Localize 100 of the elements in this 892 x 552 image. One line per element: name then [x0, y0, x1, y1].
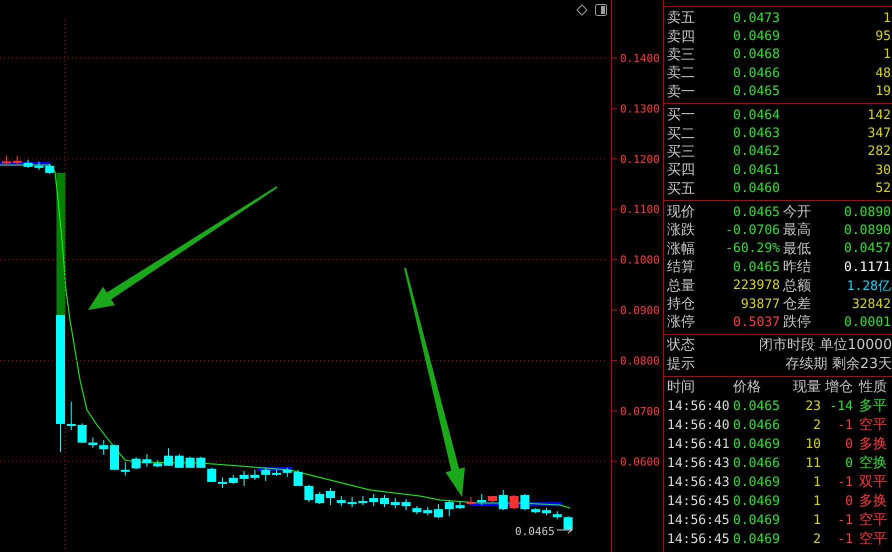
candle — [164, 448, 173, 466]
candle — [207, 467, 216, 482]
trade-volume: 1 — [812, 474, 821, 490]
order-label: 卖二 — [667, 64, 696, 82]
candle — [552, 510, 562, 520]
candle — [402, 498, 411, 511]
column-header: 时间 — [667, 378, 696, 396]
candle — [120, 462, 130, 476]
candle — [477, 494, 486, 506]
candle — [196, 456, 206, 468]
price-label: 0.0465 — [515, 525, 555, 538]
trade-volume: 1 — [812, 494, 821, 509]
quote-label: 结算 — [667, 258, 696, 276]
panel-toggle-icon[interactable] — [595, 4, 607, 16]
order-volume: 48 — [874, 66, 892, 81]
candle — [2, 155, 11, 166]
candle — [531, 508, 540, 514]
trade-price: 0.0469 — [733, 512, 781, 528]
quote-value: 0.0465 — [732, 204, 781, 220]
trade-time: 14:56:45 — [667, 494, 731, 509]
order-label: 卖五 — [667, 9, 696, 28]
quote-label: 总量 — [667, 276, 696, 295]
trade-price: 0.0469 — [733, 474, 781, 490]
candle — [34, 161, 44, 170]
quote-value: 0.0890 — [843, 204, 892, 220]
column-header: 现量 — [792, 378, 821, 396]
open-interest-change: -1 — [836, 474, 853, 490]
trade-time: 14:56:45 — [667, 512, 731, 528]
quote-label: 最高 — [782, 221, 812, 240]
axis-label: 0.1000 — [620, 254, 660, 267]
diamond-icon[interactable] — [576, 4, 588, 16]
trade-nature: 多平 — [858, 397, 888, 416]
status-label: 提示 — [667, 355, 696, 374]
trade-price: 0.0469 — [733, 532, 781, 547]
candle — [358, 496, 368, 506]
order-price: 0.0461 — [733, 162, 781, 178]
candle — [153, 460, 162, 468]
order-price: 0.0465 — [733, 84, 781, 100]
arrow-icon — [556, 526, 573, 534]
trade-nature: 空平 — [858, 416, 888, 434]
order-volume: 95 — [874, 29, 892, 44]
trade-volume: 1 — [812, 512, 821, 528]
candle — [261, 467, 270, 482]
candle — [142, 454, 152, 468]
trade-nature: 多换 — [858, 435, 888, 454]
order-label: 买三 — [667, 142, 696, 161]
candle — [369, 494, 378, 507]
axis-label: 0.1200 — [620, 152, 660, 166]
candle — [564, 516, 573, 531]
candle — [510, 494, 519, 510]
candle — [110, 444, 119, 470]
candle — [174, 454, 184, 468]
axis-label: 0.1400 — [620, 52, 660, 65]
quote-label: 仓差 — [782, 295, 812, 314]
order-volume: 1 — [882, 10, 892, 26]
axis-label: 0.0900 — [620, 304, 660, 318]
quote-value: -0.0706 — [724, 222, 781, 238]
order-volume: 282 — [866, 144, 892, 160]
quote-label: 昨结 — [782, 258, 812, 276]
candle — [444, 500, 454, 517]
candle — [390, 498, 400, 509]
trade-volume: 23 — [804, 398, 821, 414]
candle — [434, 504, 443, 519]
order-label: 卖一 — [667, 82, 696, 101]
quote-label: 涨停 — [667, 313, 696, 332]
order-volume: 19 — [874, 84, 892, 100]
candle — [423, 506, 432, 516]
column-header: 性质 — [858, 378, 888, 396]
candle — [412, 506, 422, 515]
quote-value: 223978 — [732, 278, 781, 294]
order-volume: 1 — [882, 47, 892, 62]
candle — [380, 494, 389, 508]
candle — [542, 508, 551, 516]
order-volume: 142 — [866, 108, 892, 123]
trade-time: 14:56:43 — [667, 474, 731, 490]
quote-value: 32842 — [850, 296, 892, 312]
candle — [348, 496, 357, 508]
order-volume: 52 — [874, 181, 892, 196]
candle — [12, 155, 22, 166]
trade-time: 14:56:43 — [667, 456, 731, 471]
status-value: 闭市时段 单位10000 — [758, 336, 892, 354]
quote-label: 今开 — [782, 203, 812, 222]
axis-label: 0.1100 — [620, 203, 660, 216]
candle — [488, 496, 497, 503]
quote-label: 持仓 — [667, 295, 696, 314]
order-price: 0.0473 — [733, 10, 781, 26]
trade-nature: 空换 — [858, 454, 888, 472]
order-label: 买二 — [667, 124, 696, 143]
order-price: 0.0468 — [733, 47, 781, 62]
trade-time: 14:56:45 — [667, 532, 731, 547]
open-interest-change: 0 — [844, 456, 853, 471]
order-volume: 30 — [874, 162, 892, 178]
trade-price: 0.0466 — [733, 418, 781, 433]
quote-label: 现价 — [667, 203, 696, 222]
trade-nature: 双平 — [858, 473, 888, 492]
open-interest-change: -14 — [828, 398, 853, 414]
candle — [228, 474, 238, 484]
trade-price: 0.0465 — [733, 398, 781, 414]
quote-value: 0.5037 — [732, 314, 781, 330]
order-price: 0.0462 — [733, 144, 781, 160]
